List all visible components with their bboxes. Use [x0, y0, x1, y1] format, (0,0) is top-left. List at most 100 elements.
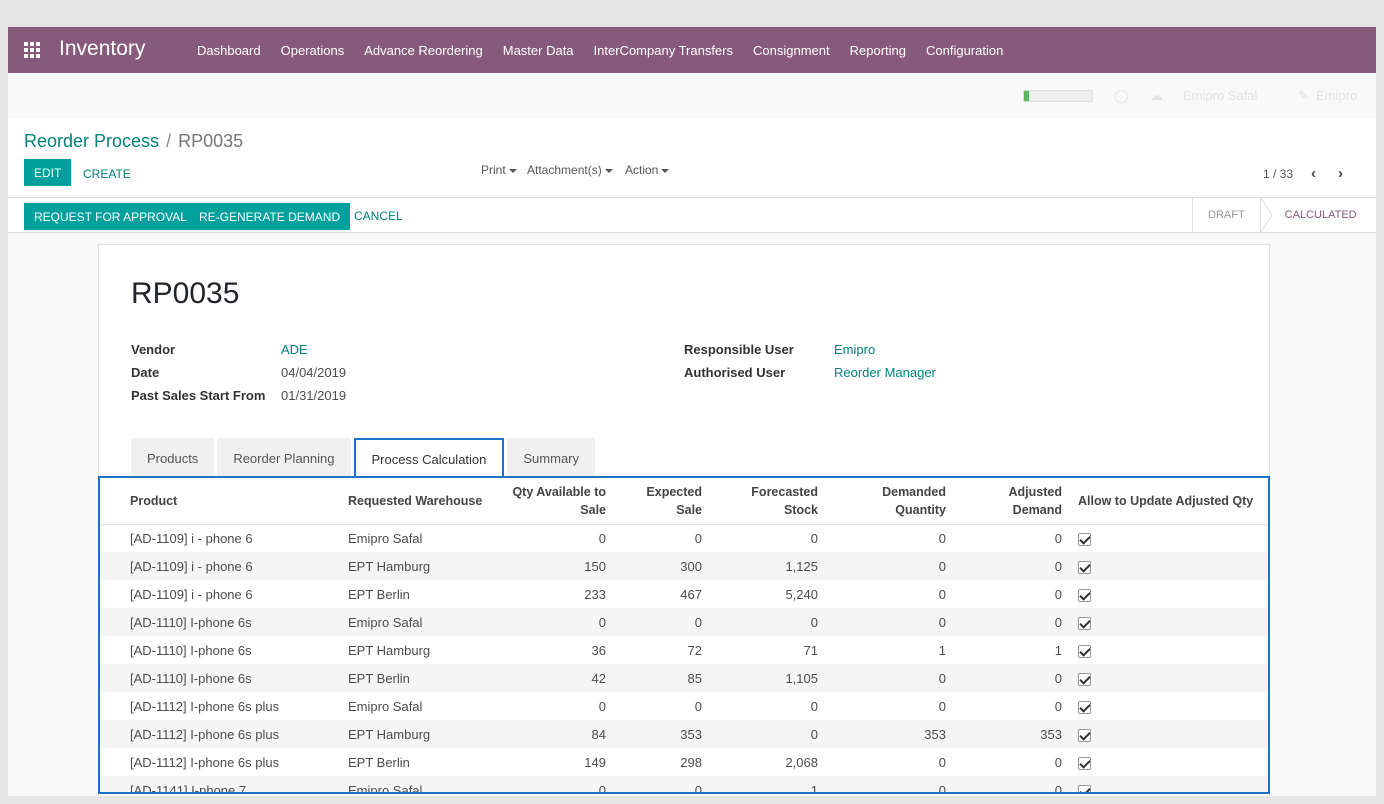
cell-warehouse: EPT Hamburg — [340, 552, 504, 580]
breadcrumb-separator: / — [166, 131, 172, 151]
attachments-dropdown[interactable]: Attachment(s) — [527, 163, 613, 177]
cell-product: [AD-1110] I-phone 6s — [100, 608, 340, 636]
table-row[interactable]: [AD-1109] i - phone 6 EPT Hamburg 150 300 1,… — [100, 552, 1268, 580]
cell-allow-update — [1070, 776, 1268, 792]
cell-demanded-qty: 0 — [938, 586, 946, 602]
cell-expected-sale: 0 — [694, 698, 702, 714]
cell-allow-update — [1070, 748, 1268, 776]
vendor-link[interactable]: ADE — [281, 342, 308, 357]
cell-product: [AD-1112] I-phone 6s plus — [130, 754, 280, 770]
cell-adjusted-demand: 0 — [1054, 586, 1062, 602]
regenerate-demand-button[interactable]: RE-GENERATE DEMAND — [189, 203, 351, 230]
allow-update-checkbox[interactable] — [1078, 560, 1091, 574]
allow-update-checkbox[interactable] — [1078, 700, 1091, 714]
cell-forecasted-stock: 1 — [710, 776, 826, 792]
user-menu[interactable]: Emipro — [1316, 88, 1357, 103]
pager-value[interactable]: 1 / 33 — [1263, 167, 1293, 181]
col-header-demanded-qty[interactable]: Demanded Quantity — [826, 478, 954, 525]
cell-warehouse: Emipro Safal — [340, 776, 504, 792]
cell-qty-available: 0 — [598, 698, 606, 714]
allow-update-checkbox[interactable] — [1078, 672, 1091, 686]
allow-update-checkbox[interactable] — [1078, 756, 1091, 770]
vendor-label: Vendor — [131, 342, 176, 357]
responsible-user-link[interactable]: Emipro — [834, 342, 875, 357]
table-row[interactable]: [AD-1109] i - phone 6 EPT Berlin 233 467 5,2… — [100, 580, 1268, 608]
notebook-tabs: Products Reorder Planning Process Calcul… — [131, 438, 598, 478]
request-approval-button[interactable]: REQUEST FOR APPROVAL — [24, 203, 197, 230]
table-row[interactable]: [AD-1110] I-phone 6s EPT Berlin 42 85 1,105 0… — [100, 664, 1268, 692]
cell-forecasted-stock: 0 — [810, 698, 818, 714]
cell-qty-available: 42 — [504, 664, 614, 692]
tab-reorder-planning[interactable]: Reorder Planning — [217, 438, 351, 478]
breadcrumb-parent-link[interactable]: Reorder Process — [24, 131, 159, 151]
menu-consignment[interactable]: Consignment — [753, 43, 830, 58]
col-header-forecasted-stock[interactable]: Forecasted Stock — [710, 478, 826, 525]
cell-expected-sale: 300 — [614, 552, 710, 580]
menu-operations[interactable]: Operations — [281, 43, 345, 58]
past-sales-value: 01/31/2019 — [281, 388, 347, 403]
table-header-row: Product Requested Warehouse Qty Availabl… — [100, 478, 1268, 525]
menu-intercompany-transfers[interactable]: InterCompany Transfers — [594, 43, 733, 58]
clock-icon[interactable]: ◯ — [1114, 88, 1129, 104]
allow-update-checkbox[interactable] — [1078, 616, 1091, 630]
action-label: Action — [625, 163, 659, 177]
table-row[interactable]: [AD-1110] I-phone 6s Emipro Safal 0 0 0 0 0 — [100, 608, 1268, 636]
cell-adjusted-demand: 0 — [954, 552, 1070, 580]
col-header-qty-available[interactable]: Qty Available to Sale — [504, 478, 614, 525]
col-header-allow-update[interactable]: Allow to Update Adjusted Qty — [1070, 478, 1268, 525]
cancel-button[interactable]: CANCEL — [354, 209, 403, 223]
tab-products[interactable]: Products — [131, 438, 215, 478]
cell-forecasted-stock: 71 — [803, 642, 818, 658]
tab-summary[interactable]: Summary — [507, 438, 596, 478]
menu-configuration[interactable]: Configuration — [926, 43, 1003, 58]
edit-button[interactable]: EDIT — [24, 159, 72, 186]
col-header-expected-sale[interactable]: Expected Sale — [614, 478, 710, 525]
chat-icon[interactable]: ☁ — [1150, 88, 1163, 104]
col-header-warehouse[interactable]: Requested Warehouse — [340, 478, 504, 525]
cell-qty-available: 150 — [504, 552, 614, 580]
table-row[interactable]: [AD-1112] I-phone 6s plus EPT Hamburg 84 35… — [100, 720, 1268, 748]
cell-adjusted-demand: 0 — [954, 608, 1070, 636]
allow-update-checkbox[interactable] — [1078, 588, 1091, 602]
cell-demanded-qty: 0 — [938, 698, 946, 714]
cell-expected-sale: 85 — [614, 664, 710, 692]
allow-update-checkbox[interactable] — [1078, 784, 1091, 792]
cell-expected-sale: 72 — [687, 642, 702, 658]
col-header-adjusted-demand[interactable]: Adjusted Demand — [954, 478, 1070, 525]
pager-previous-icon[interactable]: ‹ — [1311, 165, 1316, 182]
main-menu: Dashboard Operations Advance Reordering … — [197, 27, 1023, 73]
pager-next-icon[interactable]: › — [1338, 165, 1343, 182]
allow-update-checkbox[interactable] — [1078, 728, 1091, 742]
table-row[interactable]: [AD-1109] i - phone 6 Emipro Safal 0 0 0 0 0 — [100, 524, 1268, 552]
cell-allow-update — [1070, 580, 1268, 608]
activity-progress-bar — [1023, 90, 1093, 102]
cell-qty-available: 84 — [504, 720, 614, 748]
table-row[interactable]: [AD-1112] I-phone 6s plus Emipro Safal 0 0 0… — [100, 692, 1268, 720]
user-icon[interactable]: ✎ — [1298, 88, 1309, 104]
menu-dashboard[interactable]: Dashboard — [197, 43, 261, 58]
app-title: Inventory — [59, 37, 146, 60]
table-row[interactable]: [AD-1112] I-phone 6s plus EPT Berlin 149 29… — [100, 748, 1268, 776]
cell-warehouse: EPT Hamburg — [340, 720, 504, 748]
print-dropdown[interactable]: Print — [481, 163, 517, 177]
cell-warehouse: EPT Berlin — [340, 664, 504, 692]
table-row[interactable]: [AD-1141] I-phone 7 Emipro Safal 0 0 1 0 0 — [100, 776, 1268, 792]
tab-process-calculation[interactable]: Process Calculation — [353, 438, 505, 478]
cell-demanded-qty: 0 — [826, 552, 954, 580]
menu-advance-reordering[interactable]: Advance Reordering — [364, 43, 483, 58]
company-switcher[interactable]: Emipro Safal — [1183, 88, 1257, 103]
menu-reporting[interactable]: Reporting — [850, 43, 906, 58]
allow-update-checkbox[interactable] — [1078, 644, 1091, 658]
menu-master-data[interactable]: Master Data — [503, 43, 574, 58]
table-row[interactable]: [AD-1110] I-phone 6s EPT Hamburg 36 72 71 1 1 — [100, 636, 1268, 664]
cell-expected-sale: 0 — [614, 776, 710, 792]
col-header-product[interactable]: Product — [100, 478, 340, 525]
authorised-user-link[interactable]: Reorder Manager — [834, 365, 936, 380]
status-step-calculated[interactable]: CALCULATED — [1259, 198, 1372, 232]
status-step-draft[interactable]: DRAFT — [1192, 198, 1260, 232]
form-statusbar: REQUEST FOR APPROVAL RE-GENERATE DEMAND … — [8, 197, 1376, 233]
apps-grid-icon[interactable] — [24, 42, 40, 58]
allow-update-checkbox[interactable] — [1078, 532, 1091, 546]
create-button[interactable]: CREATE — [83, 167, 131, 181]
action-dropdown[interactable]: Action — [625, 163, 670, 177]
